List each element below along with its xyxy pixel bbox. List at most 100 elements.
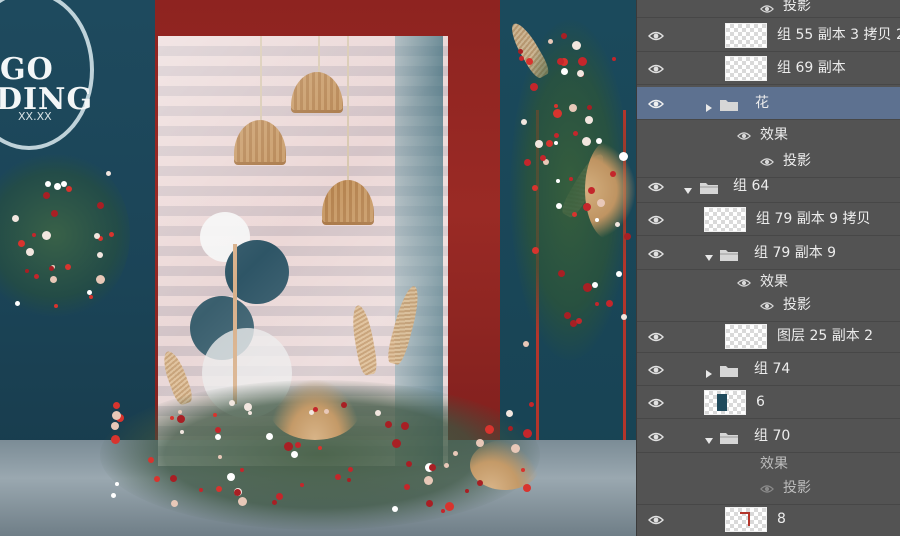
flower-bloom — [532, 184, 539, 191]
collapse-arrow-icon[interactable] — [704, 431, 714, 444]
visibility-eye-icon[interactable] — [648, 28, 664, 44]
flower-bloom — [440, 509, 445, 514]
design-canvas[interactable]: GO DING XX.XX — [0, 0, 636, 536]
expand-arrow-icon[interactable] — [704, 98, 714, 112]
layer-row-group[interactable]: 组 64 — [637, 170, 900, 203]
visibility-eye-icon[interactable] — [648, 246, 664, 262]
logo-date-text: XX.XX — [18, 110, 52, 123]
visibility-eye-icon[interactable] — [760, 154, 774, 168]
layer-name: 图层 25 副本 2 — [777, 328, 874, 344]
effect-label: 投影 — [783, 480, 811, 496]
flower-bloom — [611, 56, 616, 61]
flower-bloom — [428, 464, 436, 472]
visibility-eye-icon[interactable] — [760, 1, 774, 15]
collapse-arrow-icon[interactable] — [683, 181, 693, 194]
flower-bloom — [554, 103, 559, 108]
flower-bloom — [96, 274, 106, 284]
layer-row-group[interactable]: 组 74 — [637, 353, 900, 386]
flower-bloom — [582, 136, 591, 146]
red-corner-preview — [740, 512, 750, 526]
flower-bloom — [453, 450, 459, 456]
layer-thumbnail — [704, 390, 746, 415]
layer-row-effect[interactable]: 投影 — [637, 472, 900, 505]
visibility-eye-icon[interactable] — [648, 96, 664, 112]
visibility-eye-icon[interactable] — [648, 362, 664, 378]
flower-bloom — [347, 467, 353, 473]
flower-bloom — [569, 103, 578, 112]
flower-bloom — [614, 221, 620, 227]
visibility-eye-icon[interactable] — [648, 212, 664, 228]
layers-panel: 投影 组 55 副本 3 拷贝 2 组 69 副本 花 效果 投影 组 64 组… — [636, 0, 900, 536]
layer-row[interactable]: 6 — [637, 386, 900, 419]
layer-row[interactable]: 组 69 副本 — [637, 52, 900, 85]
flower-bloom — [568, 176, 573, 181]
flower-bloom — [585, 115, 594, 124]
flower-bloom — [582, 202, 591, 211]
flower-bloom — [425, 499, 433, 507]
layer-row[interactable]: 组 55 副本 3 拷贝 2 — [637, 19, 900, 52]
layer-thumbnail — [725, 324, 767, 349]
visibility-eye-icon[interactable] — [648, 61, 664, 77]
flower-bloom — [577, 69, 585, 77]
flower-bloom — [93, 233, 100, 240]
flower-bloom — [587, 187, 595, 195]
effect-label: 投影 — [783, 297, 811, 313]
layer-row-group-selected[interactable]: 花 — [637, 87, 900, 120]
visibility-eye-icon[interactable] — [737, 275, 751, 289]
flower-bloom — [560, 32, 567, 39]
flower-bloom — [110, 434, 120, 444]
layer-row[interactable]: 图层 25 副本 2 — [637, 320, 900, 353]
folder-icon — [719, 363, 739, 377]
flower-bloom — [621, 313, 628, 320]
flower-bloom — [553, 132, 559, 138]
visibility-eye-icon[interactable] — [737, 128, 751, 142]
flower-bloom — [346, 477, 351, 482]
flower-bloom — [573, 130, 579, 136]
flower-bloom — [177, 414, 186, 423]
flower-bloom — [596, 198, 605, 207]
group-name: 花 — [755, 95, 769, 111]
folder-icon — [719, 97, 739, 111]
visibility-eye-icon[interactable] — [648, 329, 664, 345]
flower-bloom — [374, 410, 381, 417]
flower-bloom — [539, 154, 546, 161]
layer-name: 组 55 副本 3 拷贝 2 — [777, 27, 900, 43]
collapse-arrow-icon[interactable] — [704, 248, 714, 261]
visibility-eye-icon[interactable] — [648, 429, 664, 445]
flower-bloom — [553, 140, 558, 145]
visibility-eye-icon[interactable] — [648, 395, 664, 411]
flower-bloom — [587, 104, 593, 110]
flower-bloom — [215, 426, 222, 433]
flower-bloom — [237, 497, 247, 507]
folder-open-icon — [719, 430, 739, 444]
visibility-eye-icon[interactable] — [648, 179, 664, 195]
flower-bloom — [33, 274, 39, 280]
flower-bloom — [391, 505, 398, 512]
layer-name: 8 — [777, 511, 786, 527]
visibility-eye-icon[interactable] — [760, 298, 774, 312]
flower-bloom — [217, 454, 222, 459]
layer-row-effect[interactable]: 投影 — [637, 289, 900, 322]
layer-name: 组 69 副本 — [777, 60, 846, 76]
flower-bloom — [295, 441, 302, 448]
layer-row-effect[interactable]: 投影 — [637, 0, 900, 18]
layer-row[interactable]: 组 79 副本 9 拷贝 — [637, 203, 900, 236]
visibility-eye-icon[interactable] — [648, 512, 664, 528]
folder-open-icon — [699, 180, 719, 194]
layer-thumbnail — [725, 56, 767, 81]
group-name: 组 64 — [733, 178, 770, 194]
flower-bloom — [594, 218, 599, 223]
flower-bloom — [423, 475, 433, 485]
flower-bloom — [247, 411, 252, 416]
teal-rect-preview — [717, 394, 727, 411]
flower-bloom — [105, 170, 111, 176]
layer-thumbnail — [725, 507, 767, 532]
visibility-eye-icon[interactable] — [760, 481, 774, 495]
flower-bloom — [51, 209, 59, 217]
group-name: 组 79 副本 9 — [754, 245, 837, 261]
expand-arrow-icon[interactable] — [704, 364, 714, 378]
flower-bloom — [506, 409, 514, 417]
flower-bloom — [272, 499, 278, 505]
flower-bloom — [111, 492, 117, 498]
layer-row[interactable]: 8 — [637, 503, 900, 536]
